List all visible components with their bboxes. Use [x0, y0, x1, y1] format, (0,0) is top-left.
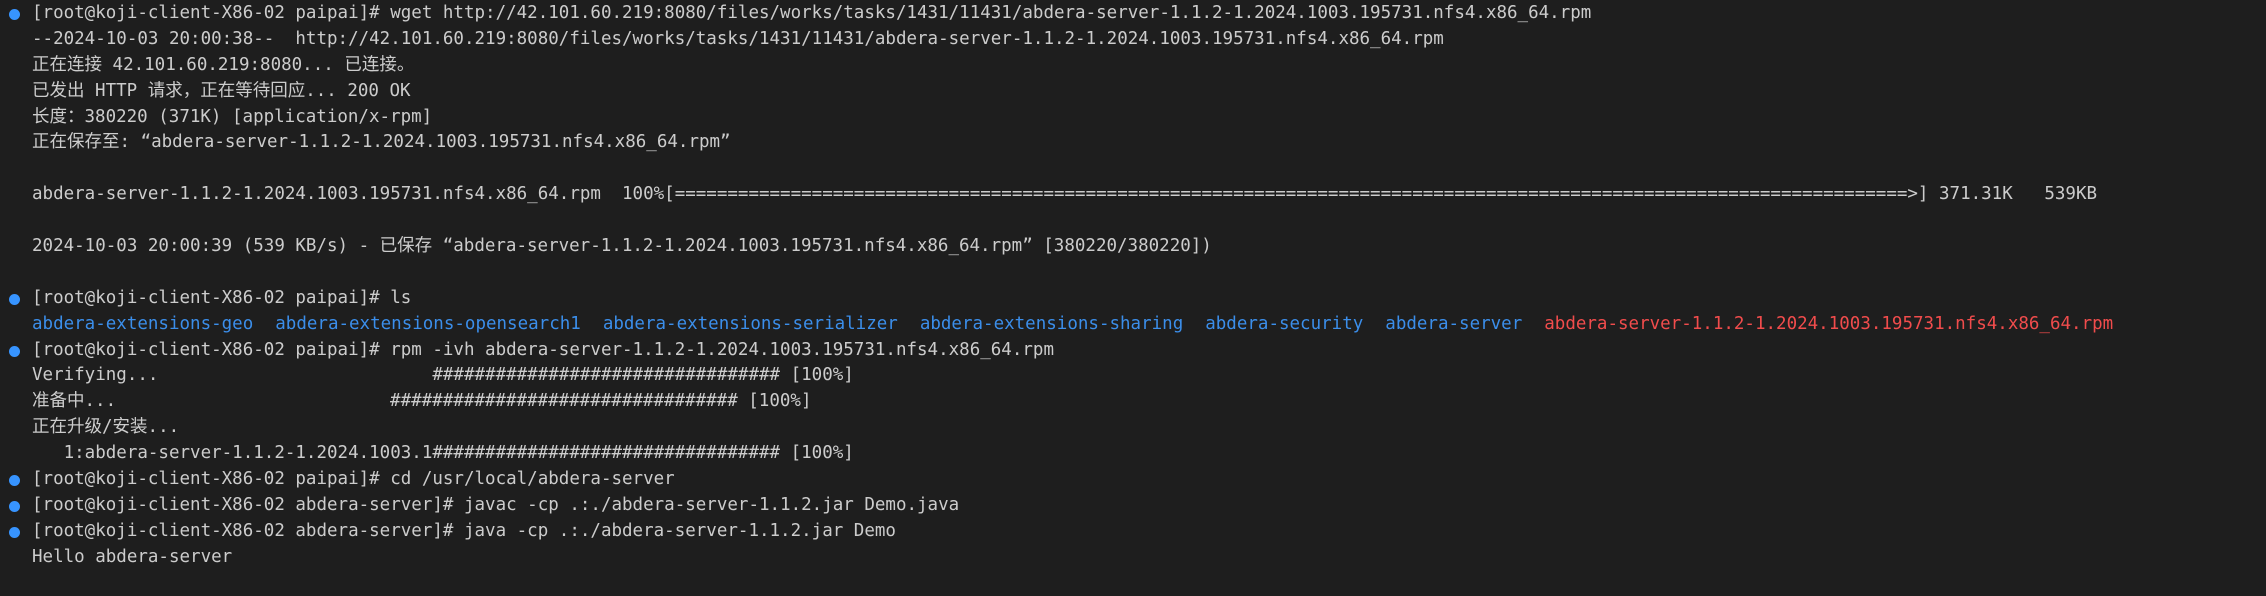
prompt-cursor-line: [0, 571, 2266, 596]
command-line: [root@koji-client-X86-02 paipai]# ls: [0, 286, 2266, 312]
command-status-dot-icon[interactable]: [9, 345, 20, 357]
command-status-dot-icon[interactable]: [9, 500, 20, 512]
line-text: 正在保存至: “abdera-server-1.1.2-1.2024.1003.…: [32, 132, 731, 153]
line-text: Hello abdera-server: [32, 546, 233, 567]
command-status-dot-icon[interactable]: [9, 526, 20, 538]
ls-directory-entry: abdera-extensions-opensearch1: [275, 313, 581, 334]
output-line: 1:abdera-server-1.1.2-1.2024.1003.1#####…: [0, 441, 2266, 467]
output-line: Verifying... ###########################…: [0, 363, 2266, 389]
line-text: 1:abdera-server-1.1.2-1.2024.1003.1#####…: [32, 443, 854, 464]
output-line: 2024-10-03 20:00:39 (539 KB/s) - 已保存 “ab…: [0, 234, 2266, 260]
ls-directory-entry: abdera-extensions-geo: [32, 313, 254, 334]
command-status-dot-icon[interactable]: [9, 293, 20, 305]
line-text: 长度：380220 (371K) [application/x-rpm]: [32, 106, 433, 127]
terminal-panel[interactable]: [root@koji-client-X86-02 paipai]# wget h…: [0, 0, 2266, 573]
terminal-output-top: [root@koji-client-X86-02 paipai]# wget h…: [0, 1, 2266, 312]
line-text: 已发出 HTTP 请求，正在等待回应... 200 OK: [32, 80, 411, 101]
command-status-dot-icon[interactable]: [9, 9, 20, 20]
line-text: 2024-10-03 20:00:39 (539 KB/s) - 已保存 “ab…: [32, 236, 1212, 257]
line-text: [root@koji-client-X86-02 paipai]# rpm -i…: [32, 339, 1054, 360]
output-line: --2024-10-03 20:00:38-- http://42.101.60…: [0, 27, 2266, 53]
output-line: abdera-server-1.1.2-1.2024.1003.195731.n…: [0, 182, 2266, 208]
output-line: 正在升级/安装...: [0, 415, 2266, 441]
output-line: Hello abdera-server: [0, 545, 2266, 571]
command-line: [root@koji-client-X86-02 abdera-server]#…: [0, 519, 2266, 545]
output-line: 长度：380220 (371K) [application/x-rpm]: [0, 105, 2266, 131]
line-text: 正在连接 42.101.60.219:8080... 已连接。: [32, 54, 415, 75]
ls-directory-entry: abdera-extensions-serializer: [602, 313, 898, 334]
line-text: [root@koji-client-X86-02 paipai]# wget h…: [32, 3, 1592, 23]
output-line: 准备中... #################################…: [0, 389, 2266, 415]
ls-output-line: abdera-extensions-geo abdera-extensions-o…: [0, 312, 2266, 338]
line-text: --2024-10-03 20:00:38-- http://42.101.60…: [32, 28, 1444, 49]
output-line: 正在连接 42.101.60.219:8080... 已连接。: [0, 53, 2266, 79]
line-text: Verifying... ###########################…: [32, 365, 854, 386]
line-text: abdera-server-1.1.2-1.2024.1003.195731.n…: [32, 184, 2098, 205]
line-text: 准备中... #################################…: [32, 391, 812, 412]
line-text: [root@koji-client-X86-02 paipai]# ls: [32, 287, 412, 308]
command-status-dot-icon[interactable]: [9, 475, 20, 487]
line-text: [root@koji-client-X86-02 abdera-server]#…: [32, 520, 896, 541]
line-text: 正在升级/安装...: [32, 417, 180, 438]
command-line: [root@koji-client-X86-02 paipai]# wget h…: [0, 1, 2266, 27]
terminal-output-bottom: [root@koji-client-X86-02 paipai]# rpm -i…: [0, 338, 2266, 571]
line-text: [root@koji-client-X86-02 paipai]# cd /us…: [32, 469, 675, 490]
command-line: [root@koji-client-X86-02 abdera-server]#…: [0, 493, 2266, 519]
command-line: [root@koji-client-X86-02 paipai]# cd /us…: [0, 467, 2266, 493]
command-line: [root@koji-client-X86-02 paipai]# rpm -i…: [0, 338, 2266, 364]
ls-directory-entry: abdera-server: [1385, 313, 1523, 334]
output-line: 正在保存至: “abdera-server-1.1.2-1.2024.1003.…: [0, 130, 2266, 156]
line-text: [root@koji-client-X86-02 abdera-server]#…: [32, 494, 960, 515]
ls-file-entry: abdera-server-1.1.2-1.2024.1003.195731.n…: [1544, 313, 2114, 334]
ls-directory-entry: abdera-security: [1205, 313, 1364, 334]
ls-directory-entry: abdera-extensions-sharing: [919, 313, 1184, 334]
output-line: 已发出 HTTP 请求，正在等待回应... 200 OK: [0, 79, 2266, 105]
